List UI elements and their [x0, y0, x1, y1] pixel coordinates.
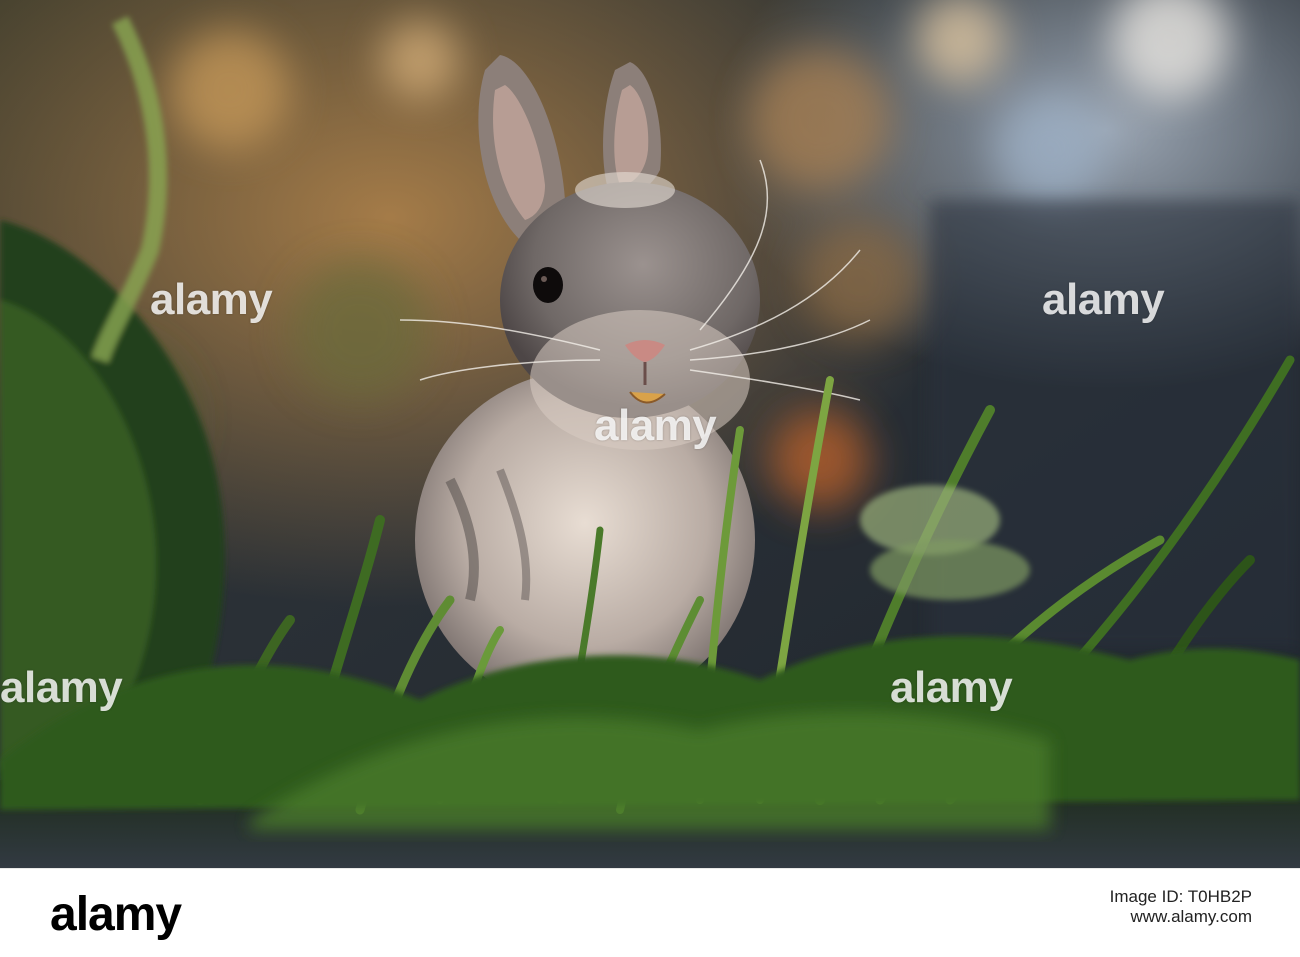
- watermark-text: alamy: [1042, 275, 1165, 324]
- footer-bar: alamy Image ID: T0HB2P www.alamy.com: [0, 868, 1300, 957]
- image-id-label: Image ID: T0HB2P: [1109, 887, 1252, 906]
- image-meta: Image ID: T0HB2P www.alamy.com: [1110, 887, 1252, 927]
- watermark-text: alamy: [150, 275, 273, 324]
- stock-photo: alamy alamy alamy alamy alamy: [0, 0, 1300, 868]
- watermark-text: alamy: [890, 663, 1013, 712]
- watermark-text: alamy: [0, 663, 123, 712]
- site-url[interactable]: www.alamy.com: [1110, 907, 1252, 927]
- alamy-logo[interactable]: alamy: [50, 887, 182, 942]
- watermark-text: alamy: [594, 401, 717, 450]
